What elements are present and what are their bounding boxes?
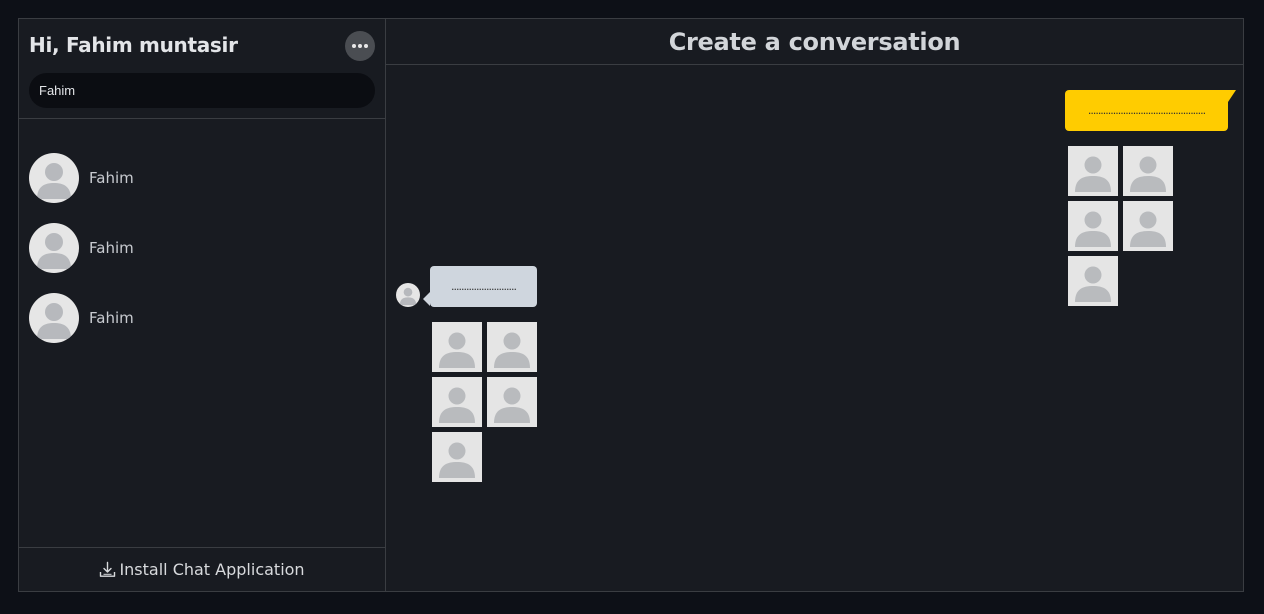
sidebar-header: Hi, Fahim muntasir <box>19 19 385 119</box>
sidebar: Hi, Fahim muntasir Fahim Fahim Fahim Fah… <box>19 19 386 591</box>
more-options-button[interactable] <box>345 31 375 61</box>
incoming-image-grid <box>432 322 592 487</box>
more-horizontal-icon <box>351 44 356 48</box>
download-icon <box>100 561 116 577</box>
avatar <box>29 293 79 343</box>
sender-avatar <box>396 283 420 307</box>
contact-name: Fahim <box>89 169 134 187</box>
message-area: ........................................… <box>386 65 1243 591</box>
chat-app: Hi, Fahim muntasir Fahim Fahim Fahim Fah… <box>18 18 1244 592</box>
install-app-label: Install Chat Application <box>119 560 305 579</box>
image-thumbnail[interactable] <box>487 322 537 372</box>
image-thumbnail[interactable] <box>487 377 537 427</box>
search-field[interactable] <box>29 73 375 108</box>
contact-list: Fahim Fahim Fahim <box>19 119 385 547</box>
contact-item[interactable]: Fahim <box>19 283 385 353</box>
image-thumbnail[interactable] <box>1068 256 1118 306</box>
avatar <box>29 153 79 203</box>
image-thumbnail[interactable] <box>1123 146 1173 196</box>
greeting-title: Hi, Fahim muntasir <box>29 33 238 57</box>
outgoing-image-grid <box>1068 146 1228 311</box>
incoming-message-bubble: .......................... <box>423 266 537 307</box>
contact-item[interactable]: Fahim <box>19 213 385 283</box>
image-thumbnail[interactable] <box>432 377 482 427</box>
image-thumbnail[interactable] <box>1068 146 1118 196</box>
avatar <box>29 223 79 273</box>
contact-name: Fahim <box>89 239 134 257</box>
image-thumbnail[interactable] <box>1123 201 1173 251</box>
page-title: Create a conversation <box>668 27 961 56</box>
conversation-panel: Create a conversation ..................… <box>386 19 1243 591</box>
image-thumbnail[interactable] <box>1068 201 1118 251</box>
outgoing-message-bubble: ........................................… <box>1065 90 1236 131</box>
contact-name: Fahim <box>89 309 134 327</box>
image-thumbnail[interactable] <box>432 322 482 372</box>
image-thumbnail[interactable] <box>432 432 482 482</box>
install-app-button[interactable]: Install Chat Application <box>19 547 385 591</box>
conversation-header: Create a conversation <box>386 19 1243 65</box>
search-input[interactable] <box>39 83 375 98</box>
contact-item[interactable]: Fahim <box>19 143 385 213</box>
